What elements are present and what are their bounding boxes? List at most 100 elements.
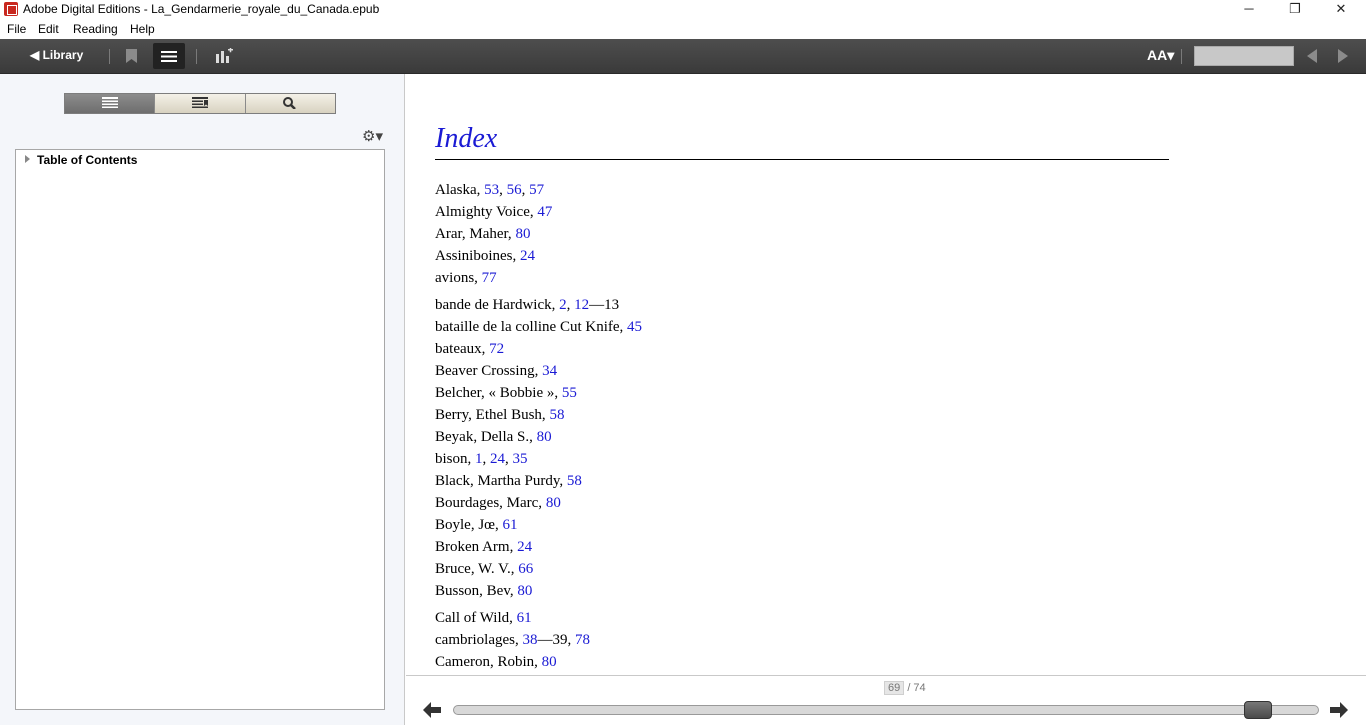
separator: , — [505, 451, 513, 467]
index-term: Black, Martha Purdy, — [435, 473, 567, 489]
index-entry: Call of Wild, 61 — [435, 610, 532, 627]
index-term: Belcher, « Bobbie », — [435, 385, 562, 401]
page-link[interactable]: 80 — [515, 226, 530, 242]
heading-rule — [435, 159, 1169, 160]
menu-reading[interactable]: Reading — [73, 22, 118, 36]
index-term: Busson, Bev, — [435, 583, 518, 599]
page-number-field[interactable] — [1194, 46, 1294, 66]
index-term: bison, — [435, 451, 476, 467]
index-term: cambriolages, — [435, 632, 523, 648]
bookmark-list-icon — [191, 97, 208, 108]
page-counter: 69 / 74 — [884, 681, 926, 695]
index-entry: Berry, Ethel Bush, 58 — [435, 407, 564, 424]
index-term: Boyle, Jœ, — [435, 517, 503, 533]
page-navigation-bar: 69 / 74 — [406, 675, 1366, 725]
page-link[interactable]: 55 — [562, 385, 577, 401]
restore-button[interactable]: ❐ — [1272, 0, 1318, 19]
menu-edit[interactable]: Edit — [38, 22, 59, 36]
current-page: 69 — [884, 681, 905, 695]
tab-bookmarks[interactable] — [155, 94, 246, 113]
title-bar: Adobe Digital Editions - La_Gendarmerie_… — [0, 0, 1366, 19]
page-link[interactable]: 72 — [489, 341, 504, 357]
page-link[interactable]: 24 — [520, 248, 535, 264]
index-term: bande de Hardwick, — [435, 297, 560, 313]
list-icon — [161, 51, 177, 62]
toc-toggle-button[interactable] — [153, 43, 185, 69]
close-button[interactable]: ✕ — [1318, 0, 1364, 19]
search-icon — [283, 97, 297, 109]
page-link[interactable]: 61 — [503, 517, 518, 533]
index-entry: Black, Martha Purdy, 58 — [435, 473, 582, 490]
gear-icon[interactable]: ⚙▾ — [362, 127, 383, 145]
index-term: Broken Arm, — [435, 539, 518, 555]
index-entry: Alaska, 53, 56, 57 — [435, 182, 544, 199]
index-entry: Almighty Voice, 47 — [435, 204, 552, 221]
page-link[interactable]: 80 — [517, 583, 532, 599]
menu-file[interactable]: File — [7, 22, 26, 36]
sidebar-tabs — [64, 93, 336, 114]
prev-page-icon[interactable] — [1307, 49, 1317, 63]
index-entry: avions, 77 — [435, 270, 497, 287]
page-link[interactable]: 2 — [559, 297, 567, 313]
index-term: avions, — [435, 270, 482, 286]
toolbar: ◀ Library AA▾ — [0, 39, 1366, 74]
separator: —39, — [537, 632, 575, 648]
app-icon — [4, 2, 18, 16]
slider-thumb[interactable] — [1244, 701, 1273, 719]
page-link[interactable]: 78 — [575, 632, 590, 648]
index-term: Assiniboines, — [435, 248, 521, 264]
page-link[interactable]: 34 — [542, 363, 557, 379]
page-link[interactable]: 77 — [482, 270, 497, 286]
index-entry: bison, 1, 24, 35 — [435, 451, 528, 468]
index-entry: Belcher, « Bobbie », 55 — [435, 385, 577, 402]
index-term: Beyak, Della S., — [435, 429, 537, 445]
arrow-right-icon[interactable] — [1330, 702, 1348, 718]
page-link[interactable]: 53 — [484, 182, 499, 198]
separator: , — [499, 182, 507, 198]
index-entry: Bruce, W. V., 66 — [435, 561, 533, 578]
chart-add-icon[interactable] — [215, 48, 233, 64]
page-link[interactable]: 56 — [507, 182, 522, 198]
arrow-left-icon[interactable] — [423, 702, 441, 718]
bookmark-icon[interactable] — [126, 49, 137, 63]
toc-root-item[interactable]: Table of Contents — [37, 153, 137, 167]
page-link[interactable]: 45 — [627, 319, 642, 335]
page-link[interactable]: 35 — [513, 451, 528, 467]
index-entry: bataille de la colline Cut Knife, 45 — [435, 319, 642, 336]
page-link[interactable]: 61 — [517, 610, 532, 626]
page-link[interactable]: 66 — [518, 561, 533, 577]
expand-triangle-icon[interactable] — [25, 155, 30, 163]
page-link[interactable]: 57 — [529, 182, 544, 198]
page-link[interactable]: 58 — [567, 473, 582, 489]
tab-toc[interactable] — [65, 94, 156, 113]
index-term: Call of Wild, — [435, 610, 517, 626]
index-term: Bourdages, Marc, — [435, 495, 546, 511]
font-size-button[interactable]: AA▾ — [1147, 47, 1174, 64]
index-term: bataille de la colline Cut Knife, — [435, 319, 628, 335]
page-link[interactable]: 80 — [537, 429, 552, 445]
index-term: bateaux, — [435, 341, 490, 357]
separator: , — [482, 451, 491, 467]
menu-help[interactable]: Help — [130, 22, 155, 36]
index-term: Arar, Maher, — [435, 226, 516, 242]
page-link[interactable]: 80 — [542, 654, 557, 670]
minimize-button[interactable]: ─ — [1226, 0, 1272, 19]
toc-panel: Table of Contents — [15, 149, 385, 710]
index-entry: bande de Hardwick, 2, 12—13 — [435, 297, 619, 314]
page-link[interactable]: 1 — [475, 451, 483, 467]
page-link[interactable]: 80 — [546, 495, 561, 511]
page-link[interactable]: 58 — [549, 407, 564, 423]
page-link[interactable]: 38 — [522, 632, 537, 648]
index-entry: Busson, Bev, 80 — [435, 583, 532, 600]
page-link[interactable]: 24 — [490, 451, 505, 467]
list-icon — [101, 97, 118, 108]
library-button[interactable]: ◀ Library — [30, 48, 83, 62]
toolbar-divider — [1181, 49, 1182, 64]
tab-search[interactable] — [245, 94, 335, 113]
page-link[interactable]: 24 — [517, 539, 532, 555]
progress-slider[interactable] — [453, 705, 1319, 715]
page-link[interactable]: 12 — [574, 297, 589, 313]
next-page-icon[interactable] — [1338, 49, 1348, 63]
index-entry: Cameron, Robin, 80 — [435, 654, 557, 671]
page-link[interactable]: 47 — [537, 204, 552, 220]
